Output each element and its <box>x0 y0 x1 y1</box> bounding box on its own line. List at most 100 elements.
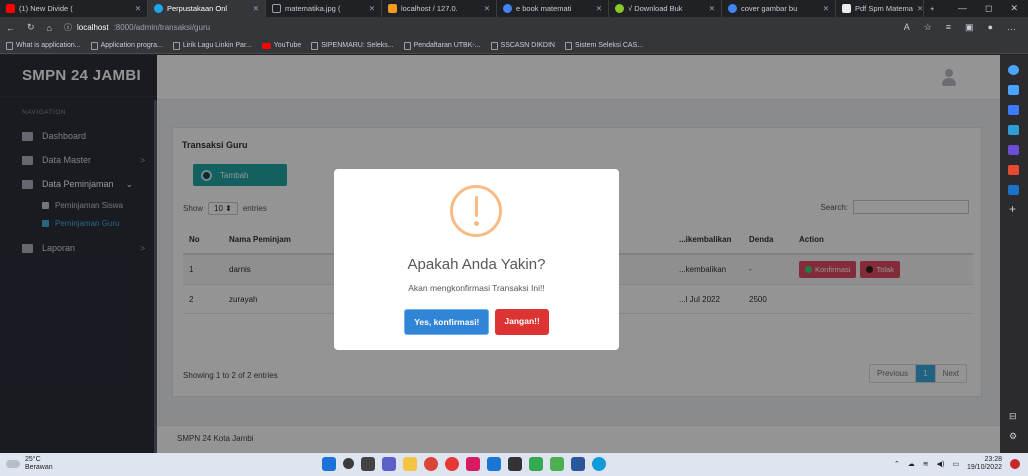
web-page: SMPN 24 JAMBI NAVIGATION Dashboard Data … <box>0 55 1000 453</box>
close-icon[interactable]: ✕ <box>709 4 715 13</box>
tab-matematika[interactable]: matematika.jpg (✕ <box>266 0 382 17</box>
bookmark[interactable]: Application progra... <box>90 41 163 50</box>
close-icon[interactable]: ✕ <box>135 4 141 13</box>
browser-tab-bar: (1) New Divide (✕ Perpustakaan Onl ✕ mate… <box>0 0 1028 17</box>
photos-icon[interactable] <box>466 457 480 471</box>
page-icon <box>90 41 98 50</box>
chat-icon[interactable] <box>382 457 396 471</box>
refresh-icon[interactable]: ↻ <box>27 22 35 33</box>
tab-ebook[interactable]: e book matemati ✕ <box>497 0 609 17</box>
url-field[interactable]: ⓘ localhost:8000/admin/transaksi/guru <box>64 22 892 33</box>
bookmark[interactable]: Pendaftaran UTBK-... <box>403 41 481 50</box>
office-icon[interactable] <box>1008 165 1019 175</box>
tab-pdf[interactable]: Pdf Spm Matema ✕ <box>836 0 924 17</box>
page-icon <box>6 41 13 50</box>
favorites-list-icon[interactable]: ≡ <box>946 22 951 33</box>
weather-widget[interactable]: 25°C Berawan <box>6 456 53 472</box>
minimize-icon[interactable]: — <box>958 3 967 14</box>
close-icon[interactable]: ✕ <box>369 4 375 13</box>
browser-side-panel: + ⊟ ⚙ <box>1000 55 1028 453</box>
bookmark[interactable]: SIPENMARU: Seleks... <box>311 41 394 50</box>
tag-icon[interactable] <box>1008 105 1019 115</box>
page-icon <box>172 41 180 50</box>
more-icon[interactable]: … <box>1007 22 1016 33</box>
add-icon[interactable]: + <box>1009 202 1016 216</box>
settings-icon[interactable]: ⚙ <box>1009 431 1017 442</box>
read-aloud-icon[interactable]: A <box>904 22 910 33</box>
dialog-title: Apakah Anda Yakin? <box>407 256 546 273</box>
site-icon <box>615 4 624 13</box>
wifi-icon[interactable]: ≋ <box>923 460 929 468</box>
collections-icon[interactable]: ▣ <box>965 22 974 33</box>
site-icon <box>154 4 163 13</box>
chevron-up-icon[interactable]: ⌃ <box>894 460 900 468</box>
sparkle-icon[interactable] <box>1008 85 1019 95</box>
page-icon <box>403 41 411 50</box>
tab-youtube[interactable]: (1) New Divide (✕ <box>0 0 148 17</box>
restore-icon[interactable]: ◻ <box>985 3 992 14</box>
close-icon[interactable]: ✕ <box>484 4 490 13</box>
bookmark[interactable]: Lirik Lagu Linkin Par... <box>172 41 252 50</box>
bookmark[interactable]: SSCASN DIKDIN <box>490 41 555 50</box>
close-icon[interactable]: ✕ <box>917 4 923 13</box>
outlook-icon[interactable] <box>1008 185 1019 195</box>
app-icon[interactable] <box>445 457 459 471</box>
tab-cover[interactable]: cover gambar bu ✕ <box>722 0 836 17</box>
dialog-buttons: Yes, konfirmasi! Jangan!! <box>334 309 619 335</box>
new-tab-button[interactable]: + <box>924 0 940 17</box>
volume-icon[interactable]: ◀) <box>937 460 945 468</box>
close-icon[interactable]: ✕ <box>823 4 829 13</box>
confirm-dialog: Apakah Anda Yakin? Akan mengkonfirmasi T… <box>334 169 619 350</box>
page-icon <box>490 41 498 50</box>
clock[interactable]: 23:28 19/10/2022 <box>967 456 1002 472</box>
vscode-icon[interactable] <box>487 457 501 471</box>
window-controls: — ◻ ✕ <box>958 3 1028 14</box>
tab-phpmyadmin[interactable]: localhost / 127.0. ✕ <box>382 0 497 17</box>
edge-icon[interactable] <box>592 457 606 471</box>
page-icon <box>842 4 851 13</box>
bookmarks-bar: What is application... Application progr… <box>0 38 1028 54</box>
back-icon[interactable]: ← <box>6 23 15 33</box>
onedrive-icon[interactable]: ☁ <box>908 460 915 468</box>
file-explorer-icon[interactable] <box>403 457 417 471</box>
profile-icon[interactable]: ● <box>988 22 993 33</box>
home-icon[interactable]: ⌂ <box>47 23 52 33</box>
search-icon[interactable] <box>1008 65 1019 75</box>
confirm-button[interactable]: Yes, konfirmasi! <box>404 309 490 335</box>
cancel-button[interactable]: Jangan!! <box>495 309 549 335</box>
terminal-icon[interactable] <box>508 457 522 471</box>
search-icon <box>503 4 512 13</box>
warning-icon <box>450 185 502 237</box>
bookmark[interactable]: YouTube <box>261 42 301 49</box>
tab-download[interactable]: √ Download Buk ✕ <box>609 0 722 17</box>
bookmark[interactable]: What is application... <box>6 41 81 50</box>
search-icon[interactable] <box>343 458 354 469</box>
phpmyadmin-icon <box>388 4 397 13</box>
close-icon[interactable]: ✕ <box>596 4 602 13</box>
taskbar-apps <box>322 457 606 471</box>
search-icon <box>728 4 737 13</box>
sidebar-toggle-icon[interactable]: ⊟ <box>1009 411 1017 422</box>
favorite-icon[interactable]: ☆ <box>924 22 932 33</box>
youtube-icon <box>6 4 15 13</box>
game-icon[interactable] <box>1008 145 1019 155</box>
page-icon <box>565 41 572 50</box>
page-icon <box>311 41 319 50</box>
bag-icon[interactable] <box>1008 125 1019 135</box>
system-tray: ⌃ ☁ ≋ ◀) ▭ 23:28 19/10/2022 <box>894 456 1020 472</box>
close-icon[interactable]: ✕ <box>253 4 259 13</box>
close-window-icon[interactable]: ✕ <box>1010 3 1018 14</box>
windows-start-icon[interactable] <box>322 457 336 471</box>
battery-icon[interactable]: ▭ <box>952 460 959 468</box>
notepad-icon[interactable] <box>550 457 564 471</box>
word-icon[interactable] <box>571 457 585 471</box>
task-view-icon[interactable] <box>361 457 375 471</box>
notification-icon[interactable] <box>1010 459 1020 469</box>
bookmark[interactable]: Sistem Seleksi CAS... <box>565 41 643 50</box>
maps-icon[interactable] <box>529 457 543 471</box>
info-icon[interactable]: ⓘ <box>64 22 72 33</box>
address-bar-row: ← ↻ ⌂ ⓘ localhost:8000/admin/transaksi/g… <box>0 17 1028 38</box>
chrome-icon[interactable] <box>424 457 438 471</box>
tab-perpustakaan[interactable]: Perpustakaan Onl ✕ <box>148 0 266 17</box>
youtube-icon <box>261 42 271 49</box>
